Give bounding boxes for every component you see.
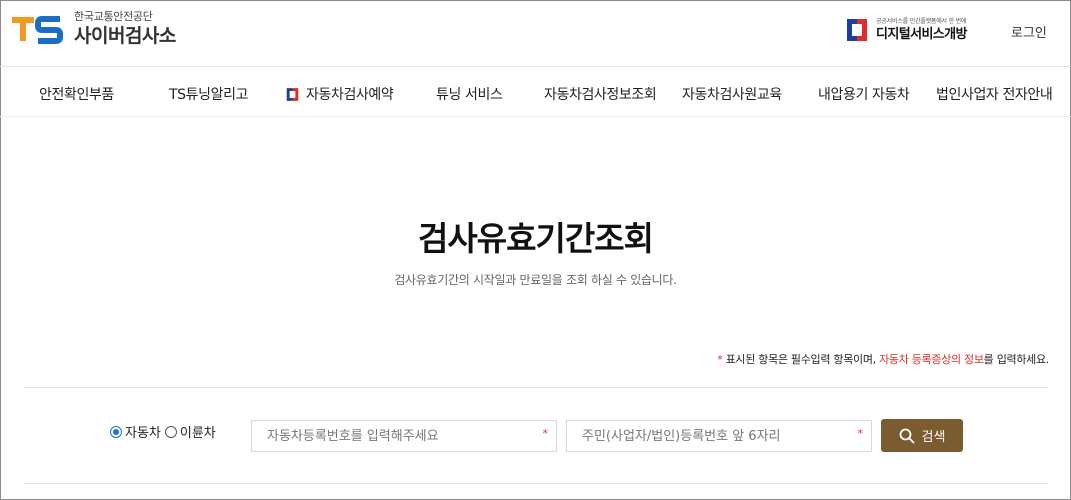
ts-logo-icon: [12, 11, 64, 47]
radio-motorcycle[interactable]: 이륜차: [164, 422, 216, 441]
id-number-field: *: [566, 420, 872, 452]
digital-service-icon: [285, 87, 300, 102]
digital-service-name: 디지털서비스개방: [876, 27, 967, 42]
search-button-label: 검색: [921, 430, 946, 445]
radio-selected-icon[interactable]: [110, 425, 122, 438]
search-icon: [899, 428, 914, 443]
notice-text-before: 표시된 항목은 필수입력 항목이며,: [722, 353, 880, 366]
car-number-field: *: [251, 420, 557, 452]
nav-item-label: 법인사업자 전자안내: [936, 87, 1053, 103]
nav-item-label: 튜닝 서비스: [436, 87, 503, 103]
page-title: 검사유효기간조회: [418, 219, 654, 258]
radio-unselected-icon[interactable]: [164, 425, 177, 438]
radio-car[interactable]: 자동차: [110, 422, 161, 441]
digital-service-logo-icon: [844, 17, 870, 43]
required-notice: * 표시된 항목은 필수입력 항목이며, 자동차 등록증상의 정보를 입력하세요…: [717, 351, 1049, 367]
main-nav: 안전확인부품 TS튜닝알리고 자동차검사예약 튜닝 서비스 자동차검사정보조회 …: [0, 67, 1071, 117]
nav-item-tuning-service[interactable]: 튜닝 서비스: [436, 84, 503, 104]
nav-item-label: TS튜닝알리고: [169, 87, 249, 103]
nav-item-inspector-education[interactable]: 자동차검사원교육: [682, 84, 782, 104]
site-name: 사이버검사소: [74, 25, 176, 47]
nav-item-safety-parts[interactable]: 안전확인부품: [39, 84, 114, 104]
login-link[interactable]: 로그인: [1011, 22, 1047, 41]
nav-item-inspection-info[interactable]: 자동차검사정보조회: [544, 84, 657, 104]
nav-item-label: 자동차검사예약: [306, 87, 394, 103]
form-divider-bottom: [24, 483, 1048, 484]
search-button[interactable]: 검색: [881, 419, 963, 452]
nav-item-label: 내압용기 자동차: [818, 87, 910, 103]
required-mark: *: [857, 427, 864, 440]
radio-motorcycle-label: 이륜차: [179, 426, 216, 441]
site-header: 한국교통안전공단 사이버검사소 공공서비스를 민간플랫폼에서 한 번에 디지털서…: [0, 0, 1071, 66]
notice-text-after: 를 입력하세요.: [983, 353, 1050, 366]
digital-service-tagline: 공공서비스를 민간플랫폼에서 한 번에: [876, 18, 967, 25]
page-subtitle: 검사유효기간의 시작일과 만료일을 조회 하실 수 있습니다.: [394, 273, 677, 287]
car-number-input[interactable]: [252, 421, 556, 451]
nav-item-label: 안전확인부품: [39, 87, 114, 103]
nav-item-pressure-vessel[interactable]: 내압용기 자동차: [818, 84, 910, 104]
notice-highlight: 자동차 등록증상의 정보: [879, 353, 984, 366]
nav-divider: [0, 116, 1071, 117]
id-number-input[interactable]: [567, 421, 871, 451]
required-mark: *: [542, 427, 549, 440]
nav-item-label: 자동차검사원교육: [682, 87, 782, 103]
form-divider-top: [24, 387, 1048, 388]
nav-item-ts-tuning[interactable]: TS튜닝알리고: [169, 84, 248, 104]
site-logo[interactable]: 한국교통안전공단 사이버검사소: [12, 10, 176, 48]
nav-item-label: 자동차검사정보조회: [544, 87, 657, 103]
radio-car-label: 자동차: [125, 426, 161, 441]
nav-item-inspection-reservation[interactable]: 자동차검사예약: [285, 84, 394, 104]
org-name: 한국교통안전공단: [74, 10, 153, 23]
vehicle-type-group: 자동차 이륜차: [110, 422, 220, 441]
nav-item-corporate-notice[interactable]: 법인사업자 전자안내: [936, 84, 1053, 104]
digital-service-banner[interactable]: 공공서비스를 민간플랫폼에서 한 번에 디지털서비스개방: [844, 17, 967, 43]
